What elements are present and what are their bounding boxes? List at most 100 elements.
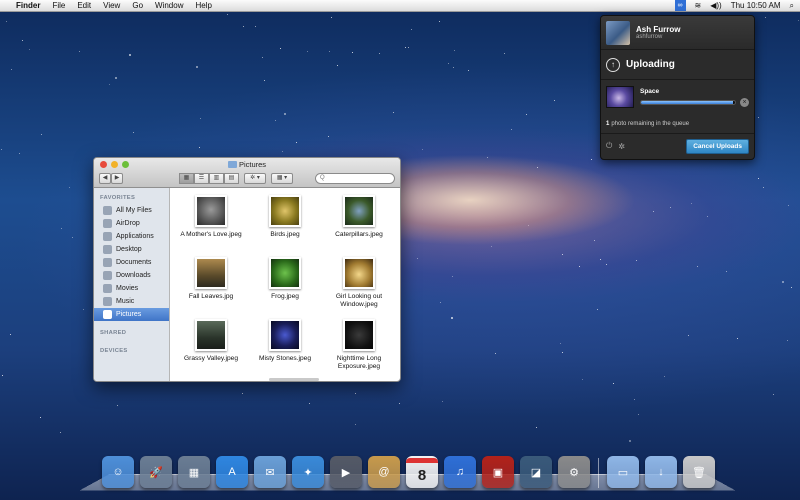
file-item[interactable]: Frog.jpeg xyxy=(248,254,322,316)
image-thumbnail[interactable] xyxy=(269,195,301,227)
file-grid: A Mother's Love.jpeg Birds.jpeg Caterpilla… xyxy=(170,188,400,381)
forward-button[interactable]: ▶ xyxy=(111,172,123,184)
sidebar-item-downloads[interactable]: Downloads xyxy=(94,269,169,282)
file-name: Fall Leaves.jpg xyxy=(188,293,234,300)
sidebar-item-movies[interactable]: Movies xyxy=(94,282,169,295)
spotlight-icon[interactable]: ⌕ xyxy=(790,1,794,11)
calendar-date: 8 xyxy=(417,466,427,484)
queue-count: 1 xyxy=(606,120,610,127)
file-item[interactable]: Girl Looking out Window.jpeg xyxy=(322,254,396,316)
window-title-text: Pictures xyxy=(238,160,267,169)
sidebar-item-documents[interactable]: Documents xyxy=(94,256,169,269)
iphoto-icon[interactable]: ◪ xyxy=(520,456,552,488)
downloads-folder-icon[interactable]: ↓ xyxy=(645,456,677,488)
applications-folder-icon[interactable]: ▭ xyxy=(607,456,639,488)
icon-view-button[interactable]: ▦ xyxy=(179,172,194,184)
list-view-button[interactable]: ☰ xyxy=(194,172,209,184)
image-thumbnail[interactable] xyxy=(343,319,375,351)
sidebar-item-airdrop[interactable]: AirDrop xyxy=(94,217,169,230)
sidebar-item-label: Downloads xyxy=(116,272,151,279)
search-input[interactable]: Q xyxy=(315,172,395,184)
file-item[interactable]: A Mother's Love.jpeg xyxy=(174,192,248,254)
menu-clock[interactable]: Thu 10:50 AM xyxy=(731,1,781,10)
cancel-item-icon[interactable]: × xyxy=(740,97,749,107)
popover-user-row: Ash Furrow ashfurrow xyxy=(601,16,754,50)
file-item[interactable]: Birds.jpeg xyxy=(248,192,322,254)
arrange-menu-button[interactable]: ▦ ▾ xyxy=(271,172,293,184)
mail-icon[interactable]: ✉ xyxy=(254,456,286,488)
sidebar-item-label: AirDrop xyxy=(116,220,140,227)
facetime-icon[interactable]: ▶ xyxy=(330,456,362,488)
trash-icon[interactable]: 🗑 xyxy=(683,456,715,488)
back-button[interactable]: ◀ xyxy=(99,172,111,184)
image-thumbnail[interactable] xyxy=(195,195,227,227)
airdrop-icon xyxy=(103,219,112,228)
image-thumbnail[interactable] xyxy=(195,257,227,289)
system-preferences-icon[interactable]: ⚙ xyxy=(558,456,590,488)
user-handle: ashfurrow xyxy=(636,34,663,40)
image-thumbnail[interactable] xyxy=(269,319,301,351)
file-name: Misty Stones.jpeg xyxy=(258,355,312,362)
queue-status: 1 photo remaining in the queue xyxy=(601,114,754,134)
image-thumbnail[interactable] xyxy=(195,319,227,351)
folder-icon xyxy=(227,161,237,168)
finder-toolbar: ◀ ▶ ▦ ☰ ▥ ▤ ✲ ▾ ▦ ▾ Q xyxy=(99,172,395,184)
file-name: Nighttime Long Exposure.jpeg xyxy=(336,355,382,370)
downloads-icon xyxy=(103,271,112,280)
file-name: Caterpillars.jpeg xyxy=(335,231,383,238)
image-thumbnail[interactable] xyxy=(269,257,301,289)
action-menu-button[interactable]: ✲ ▾ xyxy=(244,172,266,184)
column-view-button[interactable]: ▥ xyxy=(209,172,224,184)
menu-file[interactable]: File xyxy=(52,1,65,10)
mission-control-icon[interactable]: ▦ xyxy=(178,456,210,488)
sidebar-item-applications[interactable]: Applications xyxy=(94,230,169,243)
menu-window[interactable]: Window xyxy=(155,1,183,10)
upload-popover: Ash Furrow ashfurrow ↑ Uploading Space ×… xyxy=(600,15,755,160)
menu-view[interactable]: View xyxy=(103,1,120,10)
sidebar-item-desktop[interactable]: Desktop xyxy=(94,243,169,256)
photo-booth-icon[interactable]: ▣ xyxy=(482,456,514,488)
gear-icon[interactable]: ✲ xyxy=(618,142,625,151)
menu-go[interactable]: Go xyxy=(132,1,143,10)
sidebar-item-label: Movies xyxy=(116,285,139,292)
safari-icon[interactable]: ✦ xyxy=(292,456,324,488)
launchpad-icon[interactable]: 🚀 xyxy=(140,456,172,488)
upload-item-name: Space xyxy=(640,87,660,95)
menu-finder[interactable]: Finder xyxy=(16,1,40,10)
volume-icon[interactable]: ◀)) xyxy=(710,1,721,10)
image-thumbnail[interactable] xyxy=(343,257,375,289)
upload-status-title: Uploading xyxy=(626,59,675,70)
wifi-icon[interactable]: ≋ xyxy=(695,1,702,10)
app-store-icon[interactable]: A xyxy=(216,456,248,488)
horizontal-scrollbar[interactable] xyxy=(269,378,319,381)
power-icon[interactable]: ⏻ xyxy=(606,141,612,151)
cancel-uploads-button[interactable]: Cancel Uploads xyxy=(686,138,749,154)
image-thumbnail[interactable] xyxy=(343,195,375,227)
menu-help[interactable]: Help xyxy=(195,1,211,10)
menu-bar: Finder File Edit View Go Window Help ∞ ≋… xyxy=(0,0,800,12)
menu-edit[interactable]: Edit xyxy=(77,1,91,10)
upload-progress-bar xyxy=(640,99,736,105)
file-item[interactable]: Nighttime Long Exposure.jpeg xyxy=(322,316,396,378)
file-item[interactable]: Fall Leaves.jpg xyxy=(174,254,248,316)
sidebar-item-label: Pictures xyxy=(116,311,142,318)
upload-arrow-icon: ↑ xyxy=(606,57,620,72)
finder-icon[interactable]: ☺ xyxy=(102,456,134,488)
upload-extension-icon[interactable]: ∞ xyxy=(674,0,686,11)
file-item[interactable]: Caterpillars.jpeg xyxy=(322,192,396,254)
address-book-icon[interactable]: @ xyxy=(368,456,400,488)
dock-divider xyxy=(598,458,599,488)
file-item[interactable]: Misty Stones.jpeg xyxy=(248,316,322,378)
sidebar-header-devices: DEVICES xyxy=(100,348,128,354)
sidebar-item-pictures[interactable]: Pictures xyxy=(94,308,169,321)
window-title: Pictures xyxy=(94,160,400,169)
sidebar-item-music[interactable]: Music xyxy=(94,295,169,308)
calendar-icon[interactable]: 8 xyxy=(406,456,438,488)
movies-icon xyxy=(103,284,112,293)
itunes-icon[interactable]: ♫ xyxy=(444,456,476,488)
sidebar-item-all-my-files[interactable]: All My Files xyxy=(94,204,169,217)
finder-titlebar[interactable]: Pictures ◀ ▶ ▦ ☰ ▥ ▤ ✲ ▾ ▦ ▾ Q xyxy=(94,158,400,188)
file-item[interactable]: Grassy Valley.jpeg xyxy=(174,316,248,378)
file-name: Frog.jpeg xyxy=(271,293,299,300)
coverflow-view-button[interactable]: ▤ xyxy=(224,172,239,184)
